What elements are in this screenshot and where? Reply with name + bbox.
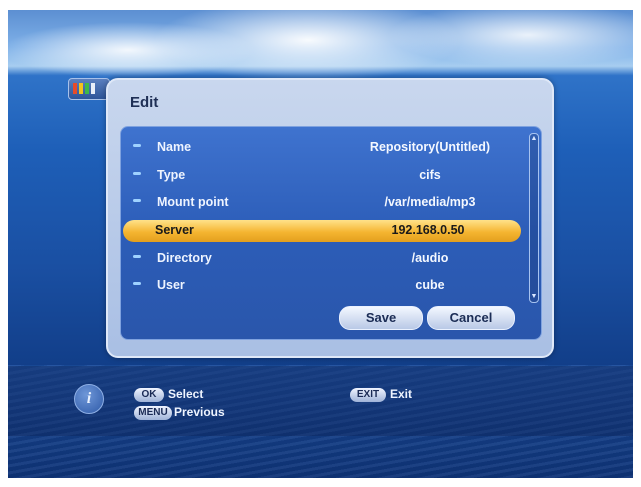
dialog-title: Edit — [130, 94, 159, 111]
field-value: Repository(Untitled) — [369, 140, 491, 154]
menu-key-icon: MENU — [134, 406, 172, 420]
scroll-down-icon[interactable]: ▼ — [530, 293, 538, 301]
ok-hint: Select — [168, 387, 204, 401]
field-value: /audio — [411, 251, 449, 265]
field-value: 192.168.0.50 — [391, 223, 465, 237]
exit-hint: Exit — [390, 387, 413, 401]
tv-screen: Edit Name Repository(Untitled) Type cifs… — [8, 10, 633, 478]
field-value: cube — [415, 278, 445, 292]
menu-hint: Previous — [174, 405, 225, 419]
scroll-up-icon[interactable]: ▲ — [530, 135, 538, 143]
field-row-type[interactable]: Type cifs — [125, 165, 521, 187]
bullet-icon — [133, 282, 141, 285]
bullet-icon — [133, 255, 141, 258]
field-label: Name — [157, 140, 192, 154]
bullet-icon — [133, 144, 141, 147]
field-label: Directory — [157, 251, 212, 265]
field-value: cifs — [419, 168, 441, 182]
save-button[interactable]: Save — [339, 306, 423, 330]
field-row-user[interactable]: User cube — [125, 275, 521, 297]
cancel-button[interactable]: Cancel — [427, 306, 515, 330]
scrollbar[interactable]: ▲ ▼ — [529, 133, 539, 303]
exit-key-icon: EXIT — [350, 388, 386, 402]
fields-panel: Name Repository(Untitled) Type cifs Moun… — [120, 126, 542, 340]
field-row-directory[interactable]: Directory /audio — [125, 248, 521, 270]
bullet-icon — [133, 172, 141, 175]
field-row-name[interactable]: Name Repository(Untitled) — [125, 137, 521, 159]
logo — [68, 78, 110, 100]
ok-key-icon: OK — [134, 388, 164, 402]
field-label: Server — [155, 223, 194, 237]
field-label: Type — [157, 168, 186, 182]
edit-dialog: Edit Name Repository(Untitled) Type cifs… — [106, 78, 554, 358]
field-label: User — [157, 278, 185, 292]
info-icon: i — [74, 384, 104, 414]
field-label: Mount point — [157, 195, 229, 209]
field-value: /var/media/mp3 — [384, 195, 476, 209]
bullet-icon — [133, 199, 141, 202]
field-row-server[interactable]: Server 192.168.0.50 — [123, 220, 521, 242]
field-row-mount-point[interactable]: Mount point /var/media/mp3 — [125, 192, 521, 214]
